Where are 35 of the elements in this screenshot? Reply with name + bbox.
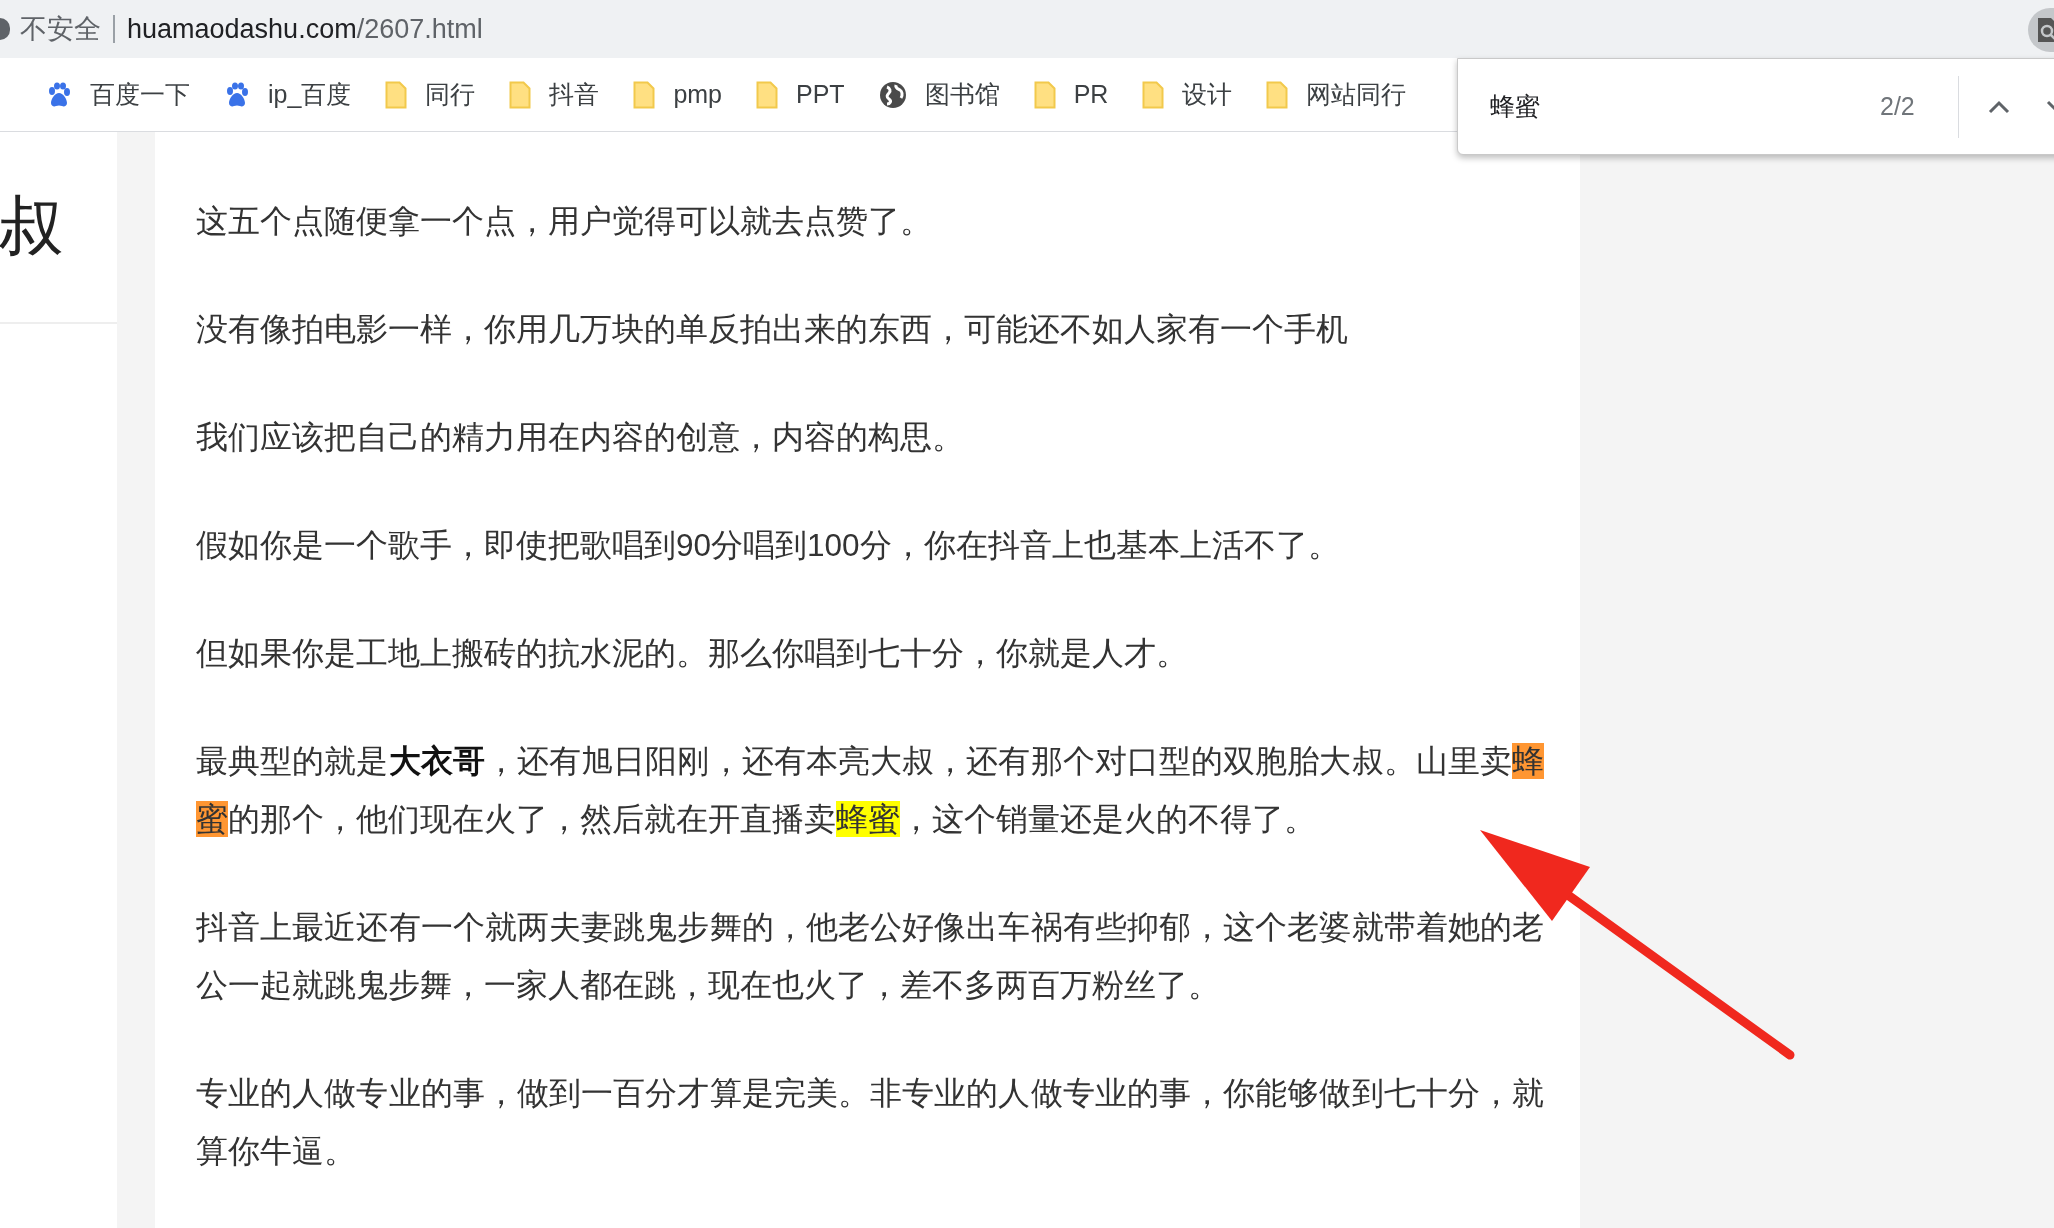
paragraph: 专业的人做专业的事，做到一百分才算是完美。非专业的人做专业的事，你能够做到七十分，就算你牛逼。 (196, 1074, 1544, 1171)
folder-icon (633, 80, 656, 109)
url-domain: huamaodashu.com (127, 13, 357, 45)
folder-icon (1142, 80, 1165, 109)
page-search-icon (2036, 17, 2054, 43)
paragraph: 这五个点随便拿一个点，用户觉得可以就去点赞了。 (196, 202, 933, 241)
bookmark[interactable]: PPT (756, 76, 845, 113)
bookmark[interactable]: 设计 (1142, 74, 1233, 115)
paragraph: 没有像拍电影一样，你用几万块的单反拍出来的东西，可能还不如人家有一个手机 (196, 310, 1349, 349)
info-icon[interactable] (0, 18, 10, 40)
security-label[interactable]: 不安全 (20, 11, 101, 47)
match-count: 2/2 (1880, 92, 1916, 121)
paragraph: 但如果你是工地上搬砖的抗水泥的。那么你唱到七十分，你就是人才。 (196, 634, 1189, 673)
bookmark[interactable]: 同行 (385, 74, 476, 115)
bookmark[interactable]: 网站同行 (1266, 74, 1407, 115)
bookmark[interactable]: ip_百度 (224, 74, 352, 115)
bookmark[interactable]: 百度一下 (46, 74, 190, 115)
paw-icon (46, 81, 72, 108)
paragraph: 假如你是一个歌手，即使把歌唱到90分唱到100分，你在抖音上也基本上活不了。 (196, 526, 1341, 565)
folder-icon (756, 80, 778, 109)
bookmark[interactable]: 抖音 (509, 74, 600, 115)
folder-icon (509, 80, 532, 109)
folder-icon (1033, 80, 1056, 109)
bookmark[interactable]: 图书馆 (878, 74, 1000, 115)
bookmark[interactable]: PR (1033, 76, 1109, 113)
chevron-up-icon (1987, 98, 2011, 115)
paragraph: 抖音上最近还有一个就两夫妻跳鬼步舞的，他老公好像出车祸有些抑郁，这个老婆就带着她的老公一起就跳鬼步舞，一家人都在跳，现在也火了，差不多两百万粉丝了。 (196, 908, 1544, 1005)
bookmark[interactable]: pmp (633, 76, 722, 113)
url-path: /2607.html (356, 13, 483, 45)
folder-icon (1266, 80, 1289, 109)
folder-icon (385, 80, 408, 109)
find-input[interactable]: 蜂蜜 (1490, 92, 1830, 121)
paragraph: 我们应该把自己的精力用在内容的创意，内容的构思。 (196, 418, 965, 457)
paw-icon (224, 81, 250, 108)
globe-icon (878, 80, 907, 109)
